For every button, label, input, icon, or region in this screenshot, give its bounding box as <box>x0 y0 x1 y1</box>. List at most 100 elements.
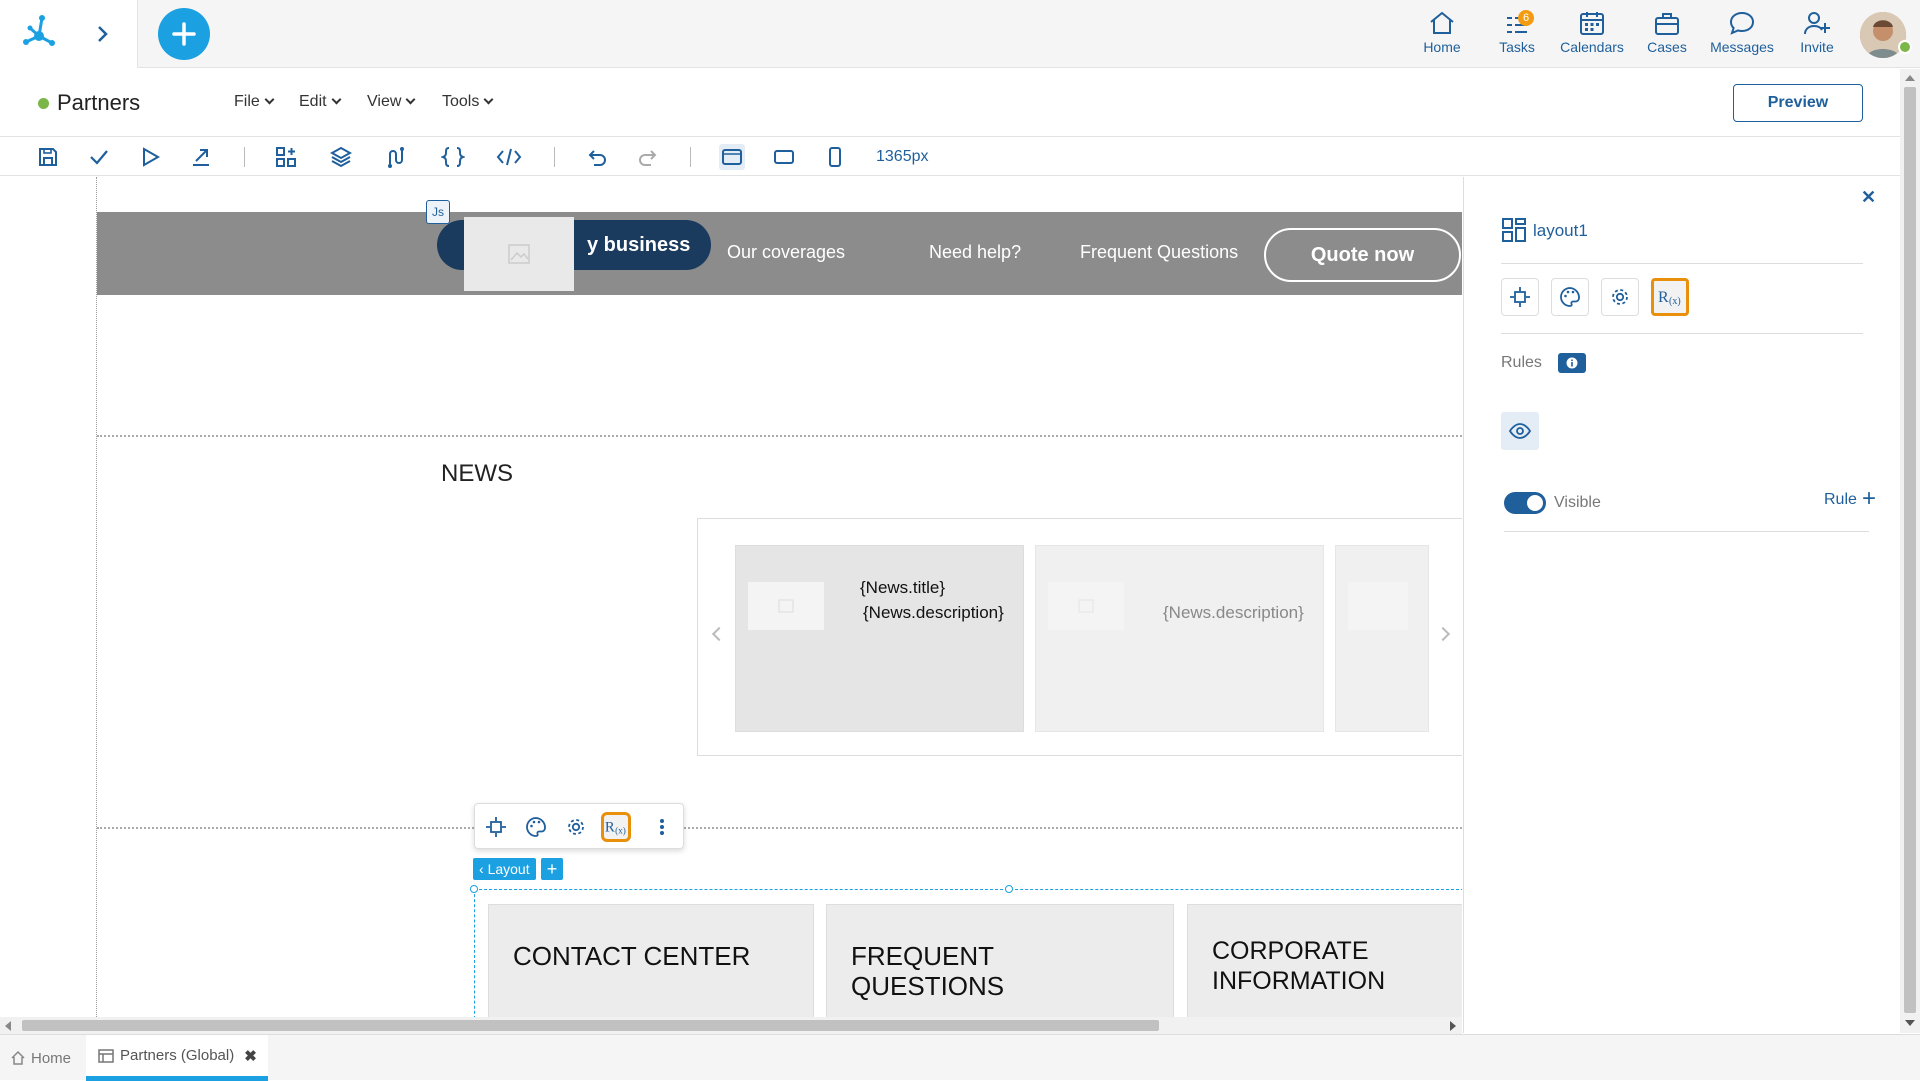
redo-button[interactable] <box>635 144 661 170</box>
hero-banner[interactable]: y business Our coverages Need help? Freq… <box>97 212 1462 295</box>
create-new-button[interactable] <box>158 8 210 60</box>
vertical-scrollbar[interactable] <box>1900 69 1920 1033</box>
nav-calendars[interactable]: Calendars <box>1557 10 1627 55</box>
panel-tab-position[interactable] <box>1501 278 1539 316</box>
preview-button[interactable]: Preview <box>1733 84 1863 122</box>
quote-now-button[interactable]: Quote now <box>1264 228 1461 282</box>
hero-link-help[interactable]: Need help? <box>929 242 1021 263</box>
mobile-view-button[interactable] <box>822 144 848 170</box>
nav-messages-label: Messages <box>1710 39 1774 55</box>
toolbar-divider <box>244 147 245 167</box>
tablet-view-button[interactable] <box>771 144 797 170</box>
news-card-image <box>1348 582 1408 630</box>
carousel-prev-arrow[interactable] <box>711 626 727 642</box>
layout-breadcrumb-tag[interactable]: ‹ Layout <box>473 858 536 880</box>
resize-handle[interactable] <box>470 885 478 893</box>
horizontal-scrollbar[interactable] <box>0 1017 1462 1034</box>
resize-handle[interactable] <box>1005 885 1013 893</box>
horizontal-scroll-thumb[interactable] <box>22 1020 1159 1031</box>
frequent-questions-card[interactable]: FREQUENT QUESTIONS <box>826 904 1174 1017</box>
news-card[interactable]: {News.title} {News.description} <box>735 545 1024 732</box>
vertical-scroll-thumb[interactable] <box>1904 87 1916 1013</box>
nav-home[interactable]: Home <box>1407 10 1477 55</box>
style-button[interactable] <box>521 812 551 842</box>
corporate-information-card[interactable]: CORPORATE INFORMATION <box>1187 904 1462 1017</box>
news-carousel[interactable]: {News.title} {News.description} {News.de… <box>697 518 1462 756</box>
nav-tasks[interactable]: 6 Tasks <box>1482 10 1552 55</box>
close-icon[interactable]: ✕ <box>1861 187 1876 208</box>
image-placeholder-icon <box>508 244 530 264</box>
rules-fx-icon: R (x) <box>1658 289 1681 307</box>
canvas-guide <box>96 177 97 1017</box>
close-tab-icon[interactable]: ✖ <box>244 1047 257 1065</box>
hero-link-faq[interactable]: Frequent Questions <box>1080 242 1238 263</box>
scroll-right-arrow-icon[interactable] <box>1448 1021 1456 1031</box>
nav-calendars-label: Calendars <box>1560 39 1624 55</box>
add-rule-plus-icon[interactable]: + <box>1862 485 1876 513</box>
nav-tasks-label: Tasks <box>1499 39 1535 55</box>
menu-file[interactable]: File <box>234 93 275 111</box>
publish-button[interactable] <box>188 144 214 170</box>
panel-divider <box>1504 531 1869 532</box>
hero-image-placeholder[interactable] <box>464 217 574 291</box>
news-description-field[interactable]: {News.description} <box>863 603 1004 623</box>
image-placeholder-icon <box>778 599 794 613</box>
data-mapping-button[interactable] <box>383 144 409 170</box>
layers-button[interactable] <box>328 144 354 170</box>
scroll-up-arrow-icon[interactable] <box>1905 74 1915 82</box>
panel-tab-settings[interactable] <box>1601 278 1639 316</box>
svg-text:R: R <box>1658 289 1669 306</box>
carousel-next-arrow[interactable] <box>1435 626 1451 642</box>
grid-plus-icon <box>276 147 296 167</box>
contact-center-card[interactable]: CONTACT CENTER <box>488 904 814 1017</box>
canvas-width-label: 1365px <box>876 148 929 165</box>
add-to-layout-button[interactable]: + <box>541 858 563 880</box>
chevron-left-icon: ‹ <box>479 861 488 877</box>
add-user-icon <box>1804 12 1830 35</box>
hero-link-coverages[interactable]: Our coverages <box>727 242 845 263</box>
tab-home[interactable]: Home <box>10 1035 86 1081</box>
more-options-button[interactable] <box>647 812 677 842</box>
image-placeholder-icon <box>1078 599 1094 613</box>
js-tag[interactable]: Js <box>426 200 450 224</box>
app-logo-icon[interactable] <box>18 12 60 54</box>
scroll-left-arrow-icon[interactable] <box>5 1021 13 1031</box>
save-button[interactable] <box>35 144 61 170</box>
desktop-view-button[interactable] <box>719 144 745 170</box>
panel-tab-style[interactable] <box>1551 278 1589 316</box>
news-description-field[interactable]: {News.description} <box>1163 603 1304 623</box>
mobile-icon <box>829 147 841 167</box>
source-code-button[interactable] <box>496 144 522 170</box>
news-title-field[interactable]: {News.title} <box>860 578 945 598</box>
verify-button[interactable] <box>86 144 112 170</box>
nav-invite[interactable]: Invite <box>1782 10 1852 55</box>
svg-text:(x): (x) <box>615 825 626 835</box>
undo-button[interactable] <box>584 144 610 170</box>
panel-tab-rules[interactable]: R (x) <box>1651 278 1689 316</box>
chevron-down-icon <box>331 94 342 105</box>
section-divider <box>97 435 1462 437</box>
run-button[interactable] <box>137 144 163 170</box>
code-braces-button[interactable] <box>440 144 466 170</box>
menu-edit[interactable]: Edit <box>299 93 342 111</box>
add-rule-link[interactable]: Rule <box>1824 491 1857 509</box>
nav-cases[interactable]: Cases <box>1632 10 1702 55</box>
news-heading[interactable]: NEWS <box>441 460 513 488</box>
visibility-rule-button[interactable] <box>1501 412 1539 450</box>
news-card[interactable] <box>1335 545 1429 732</box>
rules-button[interactable]: R (x) <box>601 812 631 842</box>
news-card[interactable]: {News.description} <box>1035 545 1324 732</box>
tab-partners-global[interactable]: Partners (Global) ✖ <box>86 1035 268 1081</box>
visible-toggle[interactable] <box>1504 492 1546 514</box>
rules-info-button[interactable] <box>1558 353 1586 373</box>
move-button[interactable] <box>481 812 511 842</box>
menu-tools[interactable]: Tools <box>442 93 494 111</box>
components-button[interactable] <box>273 144 299 170</box>
nav-messages[interactable]: Messages <box>1707 10 1777 55</box>
design-canvas[interactable]: y business Our coverages Need help? Freq… <box>0 177 1462 1017</box>
menu-view[interactable]: View <box>367 93 416 111</box>
card-heading: FREQUENT QUESTIONS <box>851 941 1005 1001</box>
expand-chevron-icon[interactable] <box>96 24 110 44</box>
settings-button[interactable] <box>561 812 591 842</box>
scroll-down-arrow-icon[interactable] <box>1905 1019 1915 1027</box>
